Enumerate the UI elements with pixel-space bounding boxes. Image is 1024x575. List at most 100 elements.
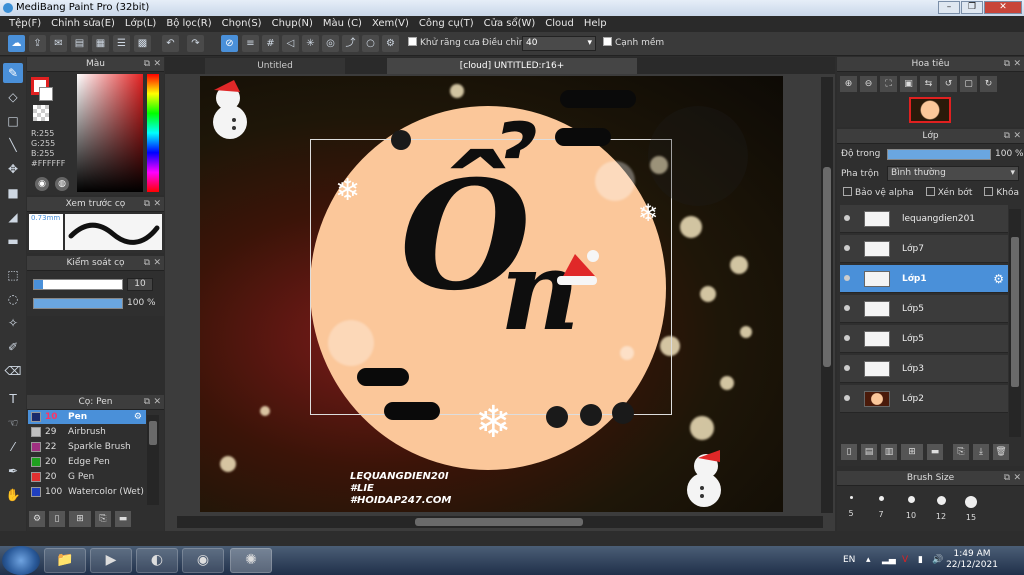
brush-size-option[interactable]: 12 bbox=[928, 488, 954, 524]
close-panel-icon[interactable]: ✕ bbox=[153, 197, 161, 212]
hand-tool-icon[interactable]: ✋ bbox=[3, 485, 23, 505]
tray-expand-icon[interactable]: ▴ bbox=[866, 546, 871, 575]
eye-icon[interactable] bbox=[844, 215, 850, 221]
select-tool-icon[interactable]: ⬚ bbox=[3, 265, 23, 285]
popout-icon[interactable]: ⧉ bbox=[1004, 129, 1010, 144]
zoom-in-icon[interactable]: ⊕ bbox=[840, 76, 857, 92]
text-tool-icon[interactable]: T bbox=[3, 389, 23, 409]
size-slider[interactable] bbox=[33, 279, 123, 290]
duplicate-layer-icon[interactable]: ⎘ bbox=[953, 444, 969, 460]
menu-edit[interactable]: Chỉnh sửa(E) bbox=[46, 16, 120, 32]
brush-tool-icon[interactable]: ✎ bbox=[3, 63, 23, 83]
hue-slider[interactable] bbox=[147, 74, 159, 192]
eye-icon[interactable] bbox=[844, 245, 850, 251]
brush-item-sparkle[interactable]: 22 Sparkle Brush bbox=[28, 440, 146, 454]
app-icon[interactable]: ◐ bbox=[136, 548, 178, 573]
page-icon[interactable]: ▤ bbox=[71, 35, 88, 52]
layer-row[interactable]: Lớp5 bbox=[840, 295, 1008, 323]
clipping-toggle[interactable]: Xén bớt bbox=[925, 187, 972, 198]
eyedropper-tool-icon[interactable]: ⁄ bbox=[3, 437, 23, 457]
popout-icon[interactable]: ⧉ bbox=[144, 197, 150, 212]
popout-icon[interactable]: ⧉ bbox=[144, 395, 150, 410]
menu-filter[interactable]: Bộ lọc(R) bbox=[161, 16, 216, 32]
size-value[interactable]: 10 bbox=[127, 278, 153, 291]
brush-settings-icon[interactable]: ⚙ bbox=[29, 511, 45, 527]
navigator-thumbnail[interactable] bbox=[909, 97, 951, 123]
brush-size-option[interactable]: 5 bbox=[838, 488, 864, 524]
language-indicator[interactable]: EN bbox=[843, 546, 855, 575]
no-snap-icon[interactable]: ⊘ bbox=[221, 35, 238, 52]
magic-wand-icon[interactable]: ✧ bbox=[3, 313, 23, 333]
brush-item-airbrush[interactable]: 29 Airbrush bbox=[28, 425, 146, 439]
eye-icon[interactable] bbox=[844, 335, 850, 341]
grid-list-icon[interactable]: ☰ bbox=[113, 35, 130, 52]
popout-icon[interactable]: ⧉ bbox=[144, 256, 150, 271]
close-panel-icon[interactable]: ✕ bbox=[1013, 471, 1021, 486]
popout-icon[interactable]: ⧉ bbox=[1004, 57, 1010, 72]
select-pen-icon[interactable]: ✐ bbox=[3, 337, 23, 357]
protect-alpha-toggle[interactable]: Bảo vệ alpha bbox=[843, 187, 914, 198]
layer-opacity-slider[interactable] bbox=[887, 149, 991, 160]
brush-size-option[interactable]: 10 bbox=[898, 488, 924, 524]
menu-layer[interactable]: Lớp(L) bbox=[120, 16, 161, 32]
adjust-select[interactable]: 40 bbox=[522, 36, 596, 51]
close-panel-icon[interactable]: ✕ bbox=[153, 57, 161, 72]
signal-icon[interactable]: ▮ bbox=[918, 546, 923, 575]
menu-tools[interactable]: Công cụ(T) bbox=[414, 16, 479, 32]
duplicate-brush-icon[interactable]: ⎘ bbox=[95, 511, 111, 527]
flip-icon[interactable]: ⇆ bbox=[920, 76, 937, 92]
lasso-tool-icon[interactable]: ◌ bbox=[3, 289, 23, 309]
folder-icon[interactable]: ▬ bbox=[115, 511, 131, 527]
close-panel-icon[interactable]: ✕ bbox=[1013, 57, 1021, 72]
start-button[interactable] bbox=[2, 546, 40, 575]
dot-tool-icon[interactable]: □ bbox=[3, 111, 23, 131]
tab-cloud-untitled[interactable]: [cloud] UNTITLED:r16+ bbox=[387, 58, 637, 74]
close-panel-icon[interactable]: ✕ bbox=[153, 256, 161, 271]
popout-icon[interactable]: ⧉ bbox=[144, 57, 150, 72]
rotate-right-icon[interactable]: ↻ bbox=[980, 76, 997, 92]
layer-row[interactable]: Lớp3 bbox=[840, 355, 1008, 383]
delete-layer-icon[interactable]: 🗑 bbox=[993, 444, 1009, 460]
brush-list-scrollbar[interactable] bbox=[147, 415, 159, 505]
actual-size-icon[interactable]: ▣ bbox=[900, 76, 917, 92]
palette-icon[interactable]: ◉ bbox=[35, 177, 49, 191]
canvas-vertical-scrollbar[interactable] bbox=[821, 77, 833, 513]
add-layer-menu-icon[interactable]: ⊞ bbox=[901, 444, 923, 460]
gradient-tool-icon[interactable]: ▬ bbox=[3, 231, 23, 251]
brush-item-edge-pen[interactable]: 20 Edge Pen bbox=[28, 455, 146, 469]
brush-item-watercolor[interactable]: 100 Watercolor (Wet) bbox=[28, 485, 146, 499]
color-field[interactable] bbox=[77, 74, 143, 192]
brush-item-pen[interactable]: 10 Pen ⚙ bbox=[28, 410, 146, 424]
canvas-horizontal-scrollbar[interactable] bbox=[177, 516, 823, 528]
line-tool-icon[interactable]: ╲ bbox=[3, 135, 23, 155]
tiles-icon[interactable]: ▩ bbox=[134, 35, 151, 52]
menu-snap[interactable]: Chụp(N) bbox=[267, 16, 318, 32]
merge-layer-icon[interactable]: ⤓ bbox=[973, 444, 989, 460]
brush-size-option[interactable]: 15 bbox=[958, 488, 984, 524]
radial-snap-icon[interactable]: ✳ bbox=[302, 35, 319, 52]
pen-tool-icon[interactable]: ✒ bbox=[3, 461, 23, 481]
fill-tool-icon[interactable]: ◢ bbox=[3, 207, 23, 227]
artwork-canvas[interactable]: Ổ n ❄ ❄ ❄ LEQUANGDIEN20I #LIE #HOIDAP247… bbox=[200, 76, 783, 512]
undo-icon[interactable]: ↶ bbox=[162, 35, 179, 52]
popout-icon[interactable]: ⧉ bbox=[1004, 471, 1010, 486]
layer-row-active[interactable]: Lớp1 ⚙ bbox=[840, 265, 1008, 293]
snap-settings-icon[interactable]: ⚙ bbox=[382, 35, 399, 52]
clock[interactable]: 1:49 AM 22/12/2021 bbox=[942, 549, 1002, 571]
fit-icon[interactable]: ⛶ bbox=[880, 76, 897, 92]
gear-icon[interactable]: ⚙ bbox=[993, 265, 1004, 293]
medibang-icon[interactable]: ✺ bbox=[230, 548, 272, 573]
eraser-tool-icon[interactable]: ◇ bbox=[3, 87, 23, 107]
rotate-left-icon[interactable]: ↺ bbox=[940, 76, 957, 92]
new-brush-icon[interactable]: ▯ bbox=[49, 511, 65, 527]
color-picker-icon[interactable]: ◍ bbox=[55, 177, 69, 191]
new-layer-icon[interactable]: ▯ bbox=[841, 444, 857, 460]
opacity-slider[interactable] bbox=[33, 298, 123, 309]
menu-color[interactable]: Màu (C) bbox=[318, 16, 367, 32]
document-icon[interactable]: ▦ bbox=[92, 35, 109, 52]
layer-row[interactable]: Lớp2 bbox=[840, 385, 1008, 413]
add-brush-icon[interactable]: ⊞ bbox=[69, 511, 91, 527]
menu-window[interactable]: Cửa sổ(W) bbox=[479, 16, 541, 32]
vietkey-icon[interactable]: V bbox=[902, 546, 908, 575]
vanishing-snap-icon[interactable]: ◁ bbox=[282, 35, 299, 52]
